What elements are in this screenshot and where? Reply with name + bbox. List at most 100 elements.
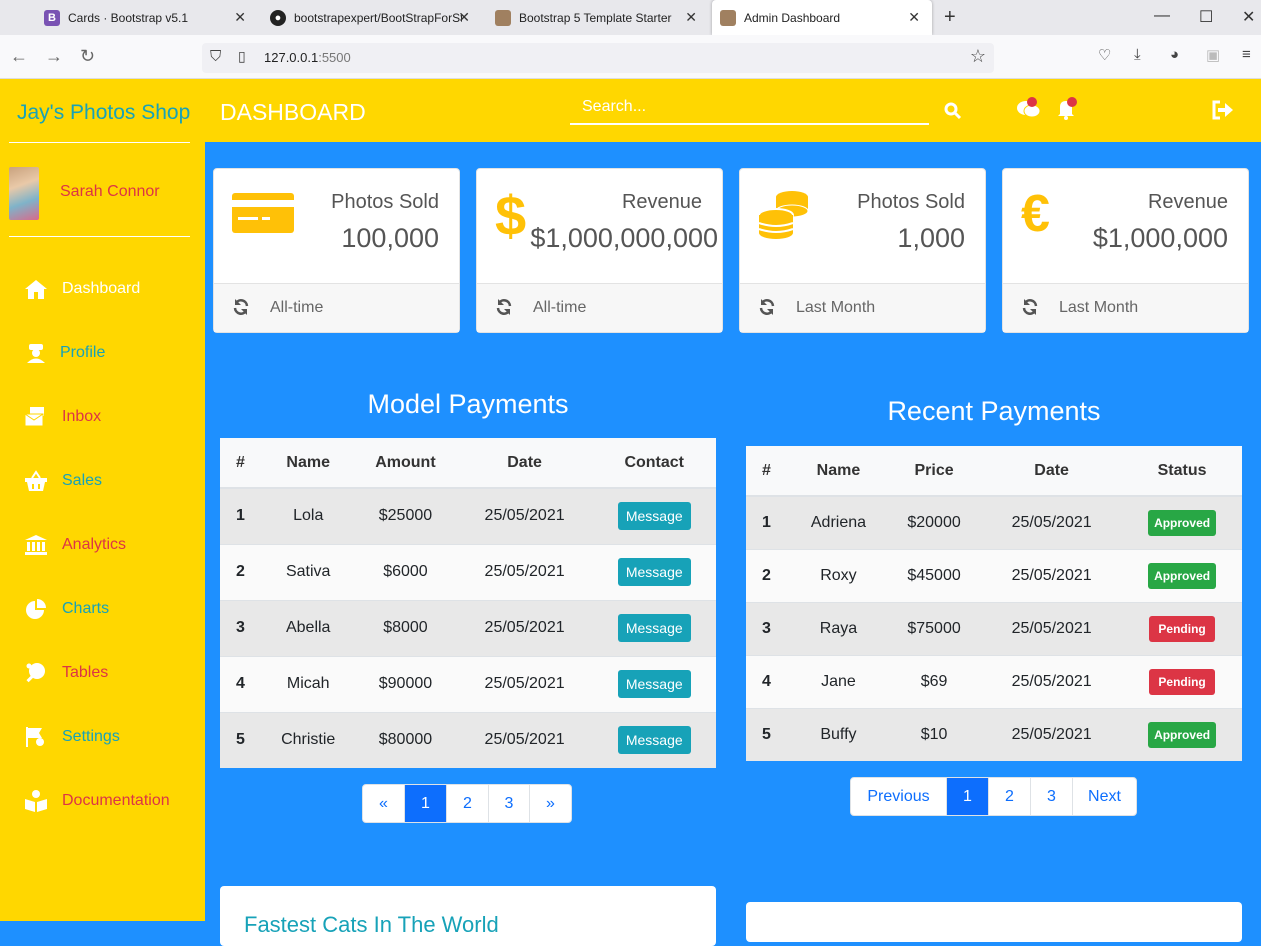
sidebar-item-label: Documentation <box>62 792 170 809</box>
row-number: 2 <box>220 543 263 600</box>
close-tab-icon[interactable]: ✕ <box>458 9 470 26</box>
price-cell: $45000 <box>887 548 982 602</box>
shield-icon: ⛉ <box>210 48 222 65</box>
price-cell: $69 <box>887 654 982 708</box>
message-button[interactable]: Message <box>617 558 691 586</box>
stat-card[interactable]: Photos Sold 1,000 Last Month <box>739 168 986 333</box>
card-footer-label: Last Month <box>1059 299 1139 316</box>
contact-cell: Message <box>592 655 716 712</box>
sidebar-item-sales[interactable]: Sales <box>24 466 102 496</box>
extension-grey-icon[interactable]: ▣ <box>1206 46 1220 64</box>
sidebar-item-documentation[interactable]: Documentation <box>24 786 170 816</box>
close-tab-icon[interactable]: ✕ <box>685 9 697 26</box>
column-header: # <box>746 446 790 497</box>
minimize-icon[interactable]: — <box>1154 7 1170 25</box>
url-bar[interactable]: ⛉ ▯ 127.0.0.1:5500 ☆ <box>202 43 994 73</box>
page-link-3[interactable]: 3 <box>488 785 529 822</box>
page-link-3[interactable]: 3 <box>1030 778 1072 815</box>
contact-cell: Message <box>592 599 716 656</box>
close-tab-icon[interactable]: ✕ <box>908 9 920 26</box>
search-placeholder: Search... <box>582 98 647 115</box>
amount-cell: $6000 <box>354 543 457 600</box>
page-previous-link[interactable]: Previous <box>851 778 946 815</box>
github-favicon-icon: ● <box>270 9 286 26</box>
name-cell: Jane <box>789 654 888 708</box>
maximize-icon[interactable]: ☐ <box>1199 7 1213 27</box>
table-row: 2 Sativa $6000 25/05/2021 Message <box>220 543 716 600</box>
svg-text:€: € <box>1021 189 1050 239</box>
page-link-1[interactable]: 1 <box>946 778 988 815</box>
card-footer-label: All-time <box>533 299 587 316</box>
bell-icon[interactable] <box>1056 96 1078 125</box>
page-next-link[interactable]: » <box>529 785 571 822</box>
date-cell: 25/05/2021 <box>981 654 1123 708</box>
page-link-1[interactable]: 1 <box>404 785 446 822</box>
column-header: Date <box>981 446 1123 497</box>
sidebar-item-profile[interactable]: Profile <box>24 338 105 368</box>
reload-icon[interactable]: ↻ <box>80 46 95 67</box>
stat-card[interactable]: Photos Sold 100,000 All-time <box>213 168 460 333</box>
bookmark-star-icon[interactable]: ☆ <box>970 46 986 67</box>
extension-icon[interactable]: ◕ <box>1170 46 1179 63</box>
tab-title: bootstrapexpert/BootStrapForSt <box>294 10 462 25</box>
menu-icon[interactable]: ≡ <box>1242 46 1251 63</box>
date-cell: 25/05/2021 <box>981 495 1123 549</box>
page-link-2[interactable]: 2 <box>988 778 1030 815</box>
name-cell: Roxy <box>789 548 888 602</box>
browser-tab-github[interactable]: ● bootstrapexpert/BootStrapForSt ✕ <box>262 0 484 35</box>
download-icon[interactable]: ⤓ <box>1134 46 1141 63</box>
message-button[interactable]: Message <box>617 614 691 642</box>
user-name[interactable]: Sarah Connor <box>60 183 160 201</box>
search-input[interactable]: Search... <box>570 95 929 125</box>
chat-icon[interactable] <box>1016 96 1042 125</box>
column-header: Status <box>1122 446 1242 497</box>
search-icon[interactable] <box>944 102 962 125</box>
stat-card[interactable]: $ Revenue $1,000,000,000 All-time <box>476 168 723 333</box>
browser-tab-template[interactable]: Bootstrap 5 Template Starter ✕ <box>487 0 709 35</box>
sidebar-item-analytics[interactable]: Analytics <box>24 530 126 560</box>
amount-cell: $80000 <box>354 711 457 768</box>
close-tab-icon[interactable]: ✕ <box>234 9 246 26</box>
coins-icon <box>758 189 810 246</box>
logout-icon[interactable] <box>1212 100 1234 125</box>
sidebar: Jay's Photos Shop Sarah Connor Dashboard… <box>0 79 205 921</box>
card-value: $1,000,000,000 <box>530 223 718 253</box>
tab-title: Admin Dashboard <box>744 10 841 25</box>
model-payments-title: Model Payments <box>367 389 569 419</box>
sidebar-item-dashboard[interactable]: Dashboard <box>24 274 140 304</box>
message-button[interactable]: Message <box>617 670 691 698</box>
close-window-icon[interactable]: ✕ <box>1242 7 1255 27</box>
refresh-icon <box>232 298 250 321</box>
sidebar-item-inbox[interactable]: Inbox <box>24 402 101 432</box>
date-cell: 25/05/2021 <box>981 548 1123 602</box>
browser-tab-admin-dashboard[interactable]: Admin Dashboard ✕ <box>712 0 932 35</box>
page-next-link[interactable]: Next <box>1072 778 1136 815</box>
pocket-icon[interactable]: ♡ <box>1098 46 1111 64</box>
stat-card[interactable]: € Revenue $1,000,000 Last Month <box>1002 168 1249 333</box>
main-content: Photos Sold 100,000 All-time $ Revenue $… <box>205 142 1261 946</box>
message-button[interactable]: Message <box>617 502 691 531</box>
row-number: 3 <box>220 599 263 656</box>
table-header-row: # Name Amount Date Contact <box>220 438 716 489</box>
page-prev-link[interactable]: « <box>363 785 404 822</box>
sidebar-item-label: Analytics <box>62 536 127 553</box>
sidebar-item-settings[interactable]: Settings <box>24 722 120 752</box>
table-row: 5 Buffy $10 25/05/2021 Approved <box>746 707 1242 761</box>
forward-icon[interactable]: → <box>45 46 63 67</box>
brand-title[interactable]: Jay's Photos Shop <box>17 101 190 125</box>
browser-tab-cards[interactable]: B Cards · Bootstrap v5.1 ✕ <box>36 0 258 35</box>
svg-text:$: $ <box>495 189 526 245</box>
navigation-bar: ← → ↻ ⛉ ▯ 127.0.0.1:5500 ☆ ♡ ⤓ ◕ ▣ ≡ <box>0 35 1261 79</box>
card-footer: Last Month <box>740 283 985 332</box>
status-cell: Approved <box>1122 495 1242 549</box>
page-link-2[interactable]: 2 <box>446 785 488 822</box>
book-reader-icon <box>24 789 48 813</box>
new-tab-icon[interactable]: + <box>944 6 956 29</box>
column-header: Contact <box>592 438 716 489</box>
message-button[interactable]: Message <box>617 726 691 755</box>
back-icon[interactable]: ← <box>10 46 28 67</box>
date-cell: 25/05/2021 <box>981 707 1123 761</box>
sidebar-item-charts[interactable]: Charts <box>24 594 109 624</box>
tab-bar: B Cards · Bootstrap v5.1 ✕ ● bootstrapex… <box>0 0 1261 35</box>
sidebar-item-tables[interactable]: Tables <box>24 658 108 688</box>
